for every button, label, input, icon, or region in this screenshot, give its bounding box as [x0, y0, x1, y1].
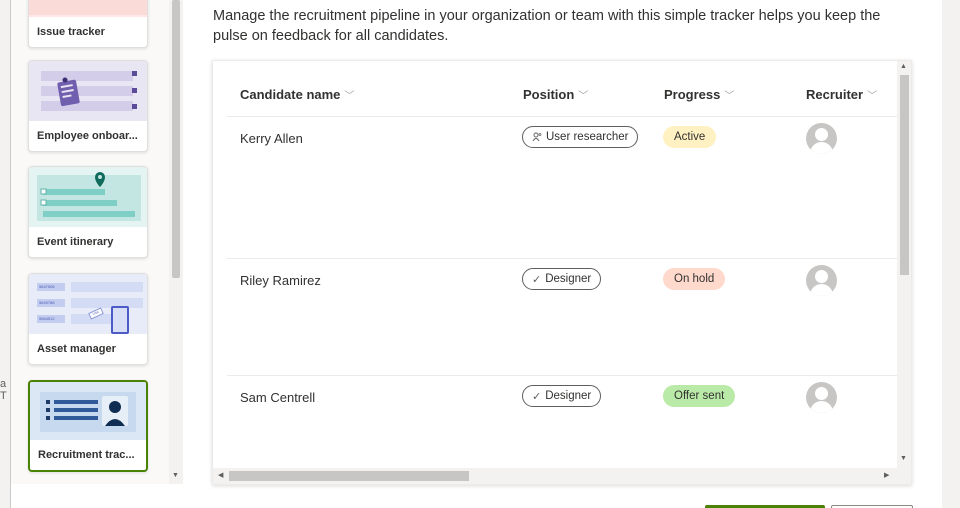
list-row[interactable]: Sam Centrell ✓ Designer Offer sent [227, 376, 899, 468]
candidate-name: Riley Ramirez [240, 273, 321, 288]
scroll-left-arrow-icon[interactable]: ◀ [218, 471, 223, 479]
candidate-name: Sam Centrell [240, 390, 316, 405]
chevron-down-icon: ﹀ [578, 91, 589, 102]
asset-id-label: 5647506 [37, 283, 65, 291]
template-card-asset-manager[interactable]: 5647506 5649786 5564512 VISA Asset manag… [28, 273, 148, 365]
template-card-issue-tracker[interactable]: Issue tracker [28, 0, 148, 48]
scroll-down-arrow-icon[interactable]: ▼ [900, 455, 907, 462]
column-header-position[interactable]: Position ﹀ [523, 87, 588, 102]
check-icon: ✓ [532, 273, 542, 286]
template-card-label: Asset manager [37, 343, 116, 355]
scrollbar-thumb[interactable] [900, 75, 909, 275]
template-dialog: Issue tracker Employee onboar... Event i… [11, 0, 942, 508]
chevron-down-icon: ﹀ [344, 91, 355, 102]
template-description: Manage the recruitment pipeline in your … [213, 8, 881, 44]
avatar-placeholder-icon [806, 265, 837, 296]
check-icon: ✓ [532, 390, 542, 403]
issue-tracker-thumbnail [29, 0, 147, 17]
background-page-edge-right [942, 0, 960, 508]
person-icon [532, 132, 542, 142]
template-card-label: Issue tracker [37, 26, 105, 38]
column-header-label: Progress [664, 87, 721, 102]
template-list: Issue tracker Employee onboar... Event i… [11, 0, 183, 484]
list-preview: Candidate name ﹀ Position ﹀ Progress ﹀ R… [212, 60, 912, 485]
column-header-candidate-name[interactable]: Candidate name ﹀ [240, 87, 354, 102]
event-itinerary-thumbnail [29, 167, 147, 227]
chevron-down-icon: ﹀ [867, 91, 878, 102]
list-row[interactable]: Kerry Allen User researcher Active [227, 117, 899, 259]
phone-icon [111, 306, 129, 334]
recruitment-tracker-thumbnail [30, 382, 146, 440]
template-card-recruitment-tracker[interactable]: Recruitment trac... [28, 380, 148, 472]
background-page-edge: a T [0, 0, 10, 508]
template-card-event-itinerary[interactable]: Event itinerary [28, 166, 148, 258]
list-row[interactable]: Riley Ramirez ✓ Designer On hold [227, 259, 899, 376]
progress-label: On hold [674, 273, 715, 285]
asset-id-label: 5564512 [37, 315, 65, 323]
progress-badge: Offer sent [663, 385, 736, 407]
employee-onboarding-thumbnail [29, 61, 147, 121]
column-header-recruiter[interactable]: Recruiter ﹀ [806, 87, 877, 102]
position-label: User researcher [546, 131, 629, 143]
position-label: Designer [545, 390, 592, 402]
progress-label: Active [674, 131, 706, 143]
list-horizontal-scrollbar[interactable]: ◀ ▶ [213, 468, 911, 484]
column-header-label: Position [523, 87, 575, 102]
scrollbar-thumb[interactable] [172, 0, 180, 278]
background-text-fragment: a T [0, 378, 7, 402]
position-tag: ✓ Designer [522, 268, 602, 290]
avatar-placeholder-icon [806, 382, 837, 413]
scroll-up-arrow-icon[interactable]: ▲ [900, 63, 907, 70]
progress-badge: Active [663, 126, 717, 148]
template-card-employee-onboarding[interactable]: Employee onboar... [28, 60, 148, 152]
chevron-down-icon: ﹀ [724, 91, 735, 102]
template-list-scrollbar[interactable]: ▼ [169, 0, 183, 484]
avatar-placeholder-icon [806, 123, 837, 154]
position-tag: User researcher [522, 126, 639, 148]
column-header-progress[interactable]: Progress ﹀ [664, 87, 734, 102]
asset-id-label: 5649786 [37, 299, 65, 307]
column-header-label: Candidate name [240, 87, 341, 102]
column-header-label: Recruiter [806, 87, 864, 102]
candidate-name: Kerry Allen [240, 131, 303, 146]
progress-label: Offer sent [674, 390, 725, 402]
template-card-label: Employee onboar... [37, 130, 138, 142]
asset-manager-thumbnail: 5647506 5649786 5564512 VISA [29, 274, 147, 334]
scrollbar-thumb[interactable] [229, 471, 469, 481]
position-label: Designer [545, 273, 592, 285]
scroll-down-arrow-icon[interactable]: ▼ [172, 472, 179, 479]
template-card-label: Event itinerary [37, 236, 114, 248]
template-card-label: Recruitment trac... [38, 449, 135, 461]
list-vertical-scrollbar[interactable]: ▲ ▼ [897, 61, 911, 468]
scroll-right-arrow-icon[interactable]: ▶ [884, 471, 889, 479]
progress-badge: On hold [663, 268, 726, 290]
position-tag: ✓ Designer [522, 385, 602, 407]
